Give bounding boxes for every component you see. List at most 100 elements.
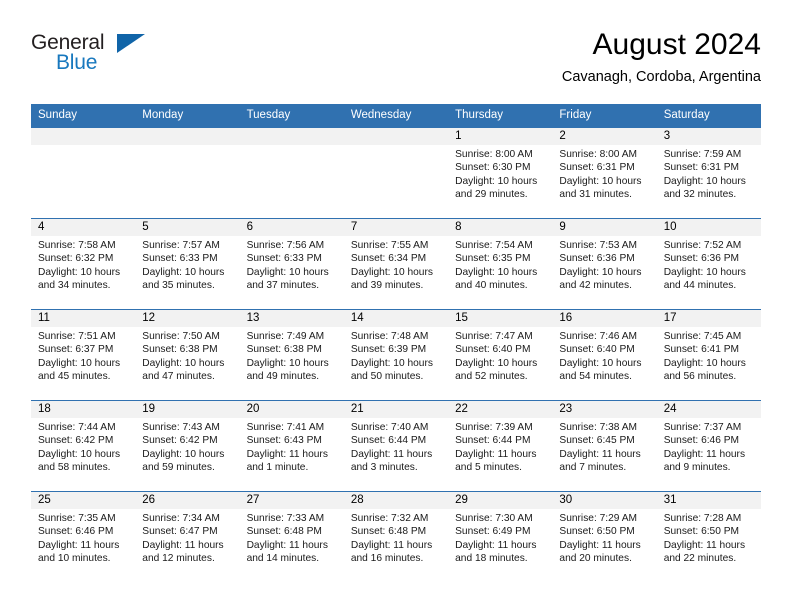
day-number — [239, 128, 344, 145]
day-cell-inner — [135, 128, 240, 218]
day-detail-line: Sunset: 6:50 PM — [559, 526, 635, 538]
day-number: 28 — [343, 492, 449, 509]
calendar-day-cell[interactable]: 7 Sunrise: 7:55 AM Sunset: 6:34 PM Daylight… — [343, 218, 449, 310]
calendar-day-cell[interactable]: 20 Sunrise: 7:41 AM Sunset: 6:43 PM Dayligh… — [239, 400, 344, 492]
day-detail-line: Sunrise: 7:47 AM — [455, 331, 533, 342]
day-details: Sunrise: 7:40 AM Sunset: 6:44 PM Daylight:… — [344, 418, 448, 475]
calendar-day-cell[interactable]: 22 Sunrise: 7:39 AM Sunset: 6:44 PM Dayligh… — [448, 400, 553, 492]
day-detail-line: Daylight: 11 hours — [142, 539, 224, 551]
day-detail-line: Sunrise: 7:51 AM — [38, 331, 116, 342]
day-detail-line: Sunset: 6:40 PM — [559, 344, 635, 356]
calendar-day-cell[interactable]: 17 Sunrise: 7:45 AM Sunset: 6:41 PM Dayligh… — [656, 309, 761, 401]
calendar-day-cell[interactable]: 5 Sunrise: 7:57 AM Sunset: 6:33 PM Daylight… — [135, 218, 240, 310]
calendar-day-cell[interactable]: 4 Sunrise: 7:58 AM Sunset: 6:32 PM Daylight… — [31, 218, 136, 310]
day-number: 24 — [656, 401, 761, 418]
day-detail-line: Sunrise: 7:44 AM — [38, 422, 116, 433]
day-detail-line: and 5 minutes. — [455, 462, 522, 474]
triangle-logo-icon — [117, 34, 145, 53]
day-detail-line: Sunrise: 7:40 AM — [350, 422, 429, 433]
calendar-day-cell[interactable]: 23 Sunrise: 7:38 AM Sunset: 6:45 PM Dayligh… — [552, 400, 657, 492]
calendar-day-cell[interactable]: 15 Sunrise: 7:47 AM Sunset: 6:40 PM Dayligh… — [448, 309, 553, 401]
calendar-day-cell[interactable]: 16 Sunrise: 7:46 AM Sunset: 6:40 PM Dayligh… — [552, 309, 657, 401]
day-detail-line: and 20 minutes. — [559, 553, 632, 565]
day-detail-line: and 44 minutes. — [663, 280, 737, 292]
calendar-day-cell[interactable]: 8 Sunrise: 7:54 AM Sunset: 6:35 PM Daylight… — [448, 218, 553, 310]
day-detail-line: and 56 minutes. — [663, 371, 737, 383]
day-cell-inner: 23 Sunrise: 7:38 AM Sunset: 6:45 PM Dayligh… — [552, 401, 657, 491]
day-detail-line: and 18 minutes. — [455, 553, 528, 565]
calendar-day-cell[interactable]: 26 Sunrise: 7:34 AM Sunset: 6:47 PM Dayligh… — [135, 491, 240, 582]
calendar-week-row: 11 Sunrise: 7:51 AM Sunset: 6:37 PM Dayligh… — [31, 309, 761, 401]
day-number: 14 — [343, 310, 449, 327]
day-cell-inner: 22 Sunrise: 7:39 AM Sunset: 6:44 PM Dayligh… — [448, 401, 553, 491]
day-detail-line: Daylight: 10 hours — [142, 266, 225, 278]
calendar-day-cell[interactable]: 3 Sunrise: 7:59 AM Sunset: 6:31 PM Daylight… — [656, 128, 761, 219]
day-details: Sunrise: 7:32 AM Sunset: 6:48 PM Daylight:… — [344, 509, 448, 566]
calendar-day-cell[interactable]: 2 Sunrise: 8:00 AM Sunset: 6:31 PM Daylight… — [552, 128, 657, 219]
calendar-day-cell[interactable]: 29 Sunrise: 7:30 AM Sunset: 6:49 PM Dayligh… — [448, 491, 553, 582]
day-cell-inner: 30 Sunrise: 7:29 AM Sunset: 6:50 PM Dayligh… — [552, 492, 657, 582]
day-detail-line: Daylight: 10 hours — [350, 357, 433, 369]
calendar-body: 1 Sunrise: 8:00 AM Sunset: 6:30 PM Daylight… — [31, 128, 761, 582]
day-details: Sunrise: 7:35 AM Sunset: 6:46 PM Daylight:… — [31, 509, 135, 566]
day-details: Sunrise: 7:39 AM Sunset: 6:44 PM Daylight:… — [448, 418, 552, 475]
day-details: Sunrise: 7:43 AM Sunset: 6:42 PM Daylight:… — [135, 418, 239, 475]
day-detail-line: Daylight: 10 hours — [455, 175, 538, 187]
day-detail-line: Daylight: 11 hours — [246, 539, 328, 551]
day-number: 2 — [552, 128, 657, 145]
day-cell-inner: 5 Sunrise: 7:57 AM Sunset: 6:33 PM Daylight… — [135, 219, 240, 309]
calendar-day-cell[interactable]: 11 Sunrise: 7:51 AM Sunset: 6:37 PM Dayligh… — [31, 309, 136, 401]
day-detail-line: Daylight: 10 hours — [246, 266, 329, 278]
day-cell-inner: 18 Sunrise: 7:44 AM Sunset: 6:42 PM Dayligh… — [31, 401, 136, 491]
day-details: Sunrise: 7:28 AM Sunset: 6:50 PM Daylight:… — [657, 509, 761, 566]
calendar-day-cell[interactable]: 12 Sunrise: 7:50 AM Sunset: 6:38 PM Dayligh… — [135, 309, 240, 401]
calendar-day-cell[interactable]: 25 Sunrise: 7:35 AM Sunset: 6:46 PM Dayligh… — [31, 491, 136, 582]
day-cell-inner — [343, 128, 449, 218]
day-detail-line: Sunrise: 7:48 AM — [350, 331, 429, 342]
day-detail-line: Sunset: 6:34 PM — [350, 253, 427, 265]
calendar-day-cell[interactable]: 30 Sunrise: 7:29 AM Sunset: 6:50 PM Dayligh… — [552, 491, 657, 582]
day-number: 27 — [239, 492, 344, 509]
calendar-day-cell[interactable]: 21 Sunrise: 7:40 AM Sunset: 6:44 PM Dayligh… — [343, 400, 449, 492]
weekday-header-monday: Monday — [135, 104, 240, 128]
calendar-day-cell[interactable]: 13 Sunrise: 7:49 AM Sunset: 6:38 PM Dayligh… — [239, 309, 344, 401]
calendar-day-cell[interactable]: 10 Sunrise: 7:52 AM Sunset: 6:36 PM Dayligh… — [656, 218, 761, 310]
day-detail-line: Daylight: 10 hours — [142, 357, 225, 369]
day-number: 12 — [135, 310, 240, 327]
calendar-day-cell[interactable]: 31 Sunrise: 7:28 AM Sunset: 6:50 PM Dayligh… — [656, 491, 761, 582]
calendar-day-cell[interactable]: 9 Sunrise: 7:53 AM Sunset: 6:36 PM Daylight… — [552, 218, 657, 310]
day-cell-inner: 10 Sunrise: 7:52 AM Sunset: 6:36 PM Dayligh… — [656, 219, 761, 309]
calendar-week-row: 18 Sunrise: 7:44 AM Sunset: 6:42 PM Dayligh… — [31, 400, 761, 492]
day-detail-line: Sunrise: 7:45 AM — [663, 331, 742, 342]
day-detail-line: Sunset: 6:47 PM — [142, 526, 218, 538]
calendar-day-cell[interactable]: 19 Sunrise: 7:43 AM Sunset: 6:42 PM Dayligh… — [135, 400, 240, 492]
day-details: Sunrise: 7:30 AM Sunset: 6:49 PM Daylight:… — [448, 509, 552, 566]
day-cell-inner: 29 Sunrise: 7:30 AM Sunset: 6:49 PM Dayligh… — [448, 492, 553, 582]
calendar-day-cell[interactable]: 27 Sunrise: 7:33 AM Sunset: 6:48 PM Dayligh… — [239, 491, 344, 582]
calendar-day-cell-empty — [343, 128, 449, 219]
day-detail-line: Daylight: 10 hours — [559, 357, 642, 369]
title-block: August 2024 Cavanagh, Cordoba, Argentina — [562, 26, 761, 88]
calendar-day-cell[interactable]: 18 Sunrise: 7:44 AM Sunset: 6:42 PM Dayligh… — [31, 400, 136, 492]
day-detail-line: Sunrise: 7:29 AM — [559, 513, 637, 524]
day-detail-line: Daylight: 10 hours — [663, 175, 746, 187]
day-detail-line: Sunset: 6:37 PM — [38, 344, 114, 356]
calendar-day-cell[interactable]: 6 Sunrise: 7:56 AM Sunset: 6:33 PM Daylight… — [239, 218, 344, 310]
day-number: 1 — [448, 128, 553, 145]
day-detail-line: and 34 minutes. — [38, 280, 111, 292]
day-details: Sunrise: 7:58 AM Sunset: 6:32 PM Daylight:… — [31, 236, 135, 293]
calendar-day-cell[interactable]: 1 Sunrise: 8:00 AM Sunset: 6:30 PM Daylight… — [448, 128, 553, 219]
weekday-header-wednesday: Wednesday — [343, 104, 449, 128]
day-detail-line: Daylight: 11 hours — [350, 448, 433, 460]
calendar-day-cell[interactable]: 28 Sunrise: 7:32 AM Sunset: 6:48 PM Dayligh… — [343, 491, 449, 582]
day-detail-line: Sunset: 6:31 PM — [663, 162, 740, 174]
day-detail-line: Daylight: 11 hours — [663, 448, 746, 460]
day-detail-line: and 47 minutes. — [142, 371, 215, 383]
day-details: Sunrise: 8:00 AM Sunset: 6:30 PM Daylight:… — [448, 145, 552, 202]
day-number: 3 — [656, 128, 761, 145]
day-detail-line: Sunrise: 7:38 AM — [559, 422, 637, 433]
brand-logo[interactable]: General Blue — [31, 31, 231, 91]
calendar-day-cell[interactable]: 24 Sunrise: 7:37 AM Sunset: 6:46 PM Dayligh… — [656, 400, 761, 492]
day-detail-line: Daylight: 10 hours — [38, 357, 121, 369]
calendar-day-cell[interactable]: 14 Sunrise: 7:48 AM Sunset: 6:39 PM Dayligh… — [343, 309, 449, 401]
